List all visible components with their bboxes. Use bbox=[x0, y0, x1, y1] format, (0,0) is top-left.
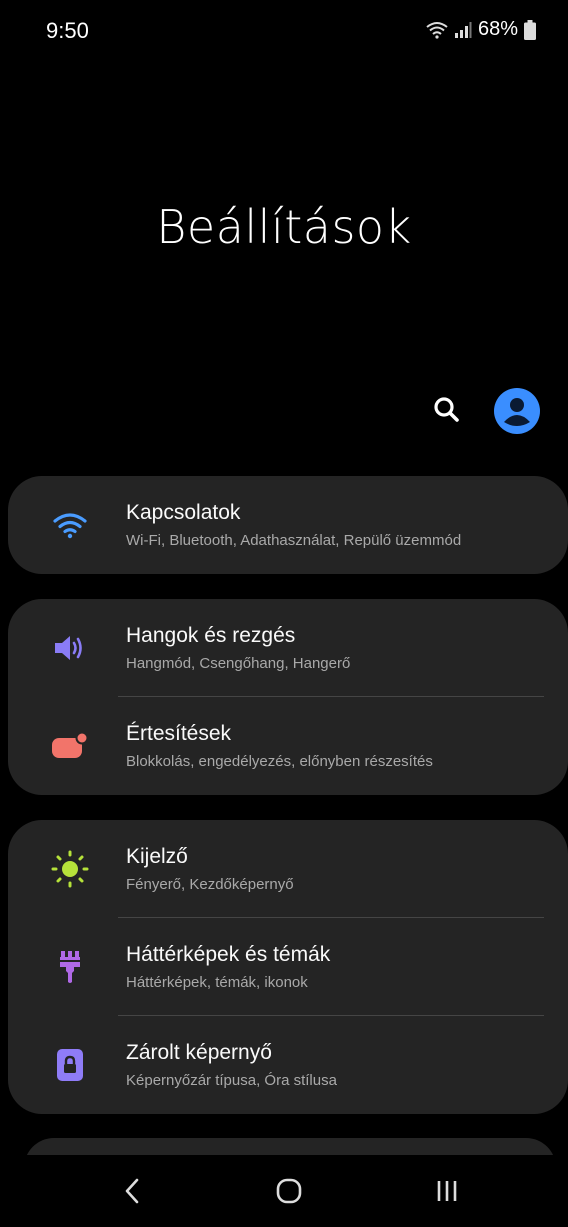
item-subtitle: Wi-Fi, Bluetooth, Adathasználat, Repülő … bbox=[126, 532, 462, 549]
navigation-bar bbox=[0, 1155, 568, 1227]
item-label: Értesítések bbox=[126, 722, 232, 745]
signal-icon bbox=[454, 21, 472, 39]
account-icon bbox=[494, 388, 540, 438]
settings-group-sound-notifications: Hangok és rezgés Hangmód, Csengőhang, Ha… bbox=[8, 599, 568, 795]
item-label: Kijelző bbox=[126, 845, 188, 868]
back-icon bbox=[122, 1177, 142, 1210]
status-bar: 9:50 68% bbox=[0, 0, 568, 60]
paintbrush-icon bbox=[50, 947, 90, 987]
recents-icon bbox=[434, 1178, 460, 1209]
action-row bbox=[426, 388, 540, 434]
home-icon bbox=[275, 1177, 303, 1210]
item-label: Zárolt képernyő bbox=[126, 1041, 272, 1064]
settings-item-display[interactable]: Kijelző Fényerő, Kezdőképernyő bbox=[8, 820, 568, 918]
search-button[interactable] bbox=[426, 391, 466, 431]
settings-item-notifications[interactable]: Értesítések Blokkolás, engedélyezés, elő… bbox=[8, 697, 568, 795]
item-subtitle: Hangmód, Csengőhang, Hangerő bbox=[126, 655, 351, 672]
settings-group-connections: Kapcsolatok Wi-Fi, Bluetooth, Adathaszná… bbox=[8, 476, 568, 574]
settings-item-sounds[interactable]: Hangok és rezgés Hangmód, Csengőhang, Ha… bbox=[8, 599, 568, 697]
item-label: Hangok és rezgés bbox=[126, 624, 296, 647]
home-button[interactable] bbox=[267, 1175, 311, 1211]
battery-percent: 68% bbox=[477, 18, 518, 40]
back-button[interactable] bbox=[110, 1175, 154, 1211]
status-icons: 68% bbox=[426, 18, 536, 41]
brightness-icon bbox=[50, 849, 90, 889]
title-area: Beállítások bbox=[0, 200, 568, 254]
settings-item-lock-screen[interactable]: Zárolt képernyő Képernyőzár típusa, Óra … bbox=[8, 1016, 568, 1114]
volume-icon bbox=[50, 628, 90, 668]
wifi-icon bbox=[50, 505, 90, 545]
item-subtitle: Képernyőzár típusa, Óra stílusa bbox=[126, 1072, 337, 1089]
battery-icon bbox=[524, 19, 536, 40]
wifi-status-icon bbox=[426, 21, 448, 39]
item-subtitle: Háttérképek, témák, ikonok bbox=[126, 974, 308, 991]
settings-item-connections[interactable]: Kapcsolatok Wi-Fi, Bluetooth, Adathaszná… bbox=[8, 476, 568, 574]
recents-button[interactable] bbox=[425, 1175, 469, 1211]
account-button[interactable] bbox=[494, 388, 540, 434]
item-label: Kapcsolatok bbox=[126, 501, 241, 524]
item-subtitle: Blokkolás, engedélyezés, előnyben részes… bbox=[126, 753, 433, 770]
settings-item-wallpapers[interactable]: Háttérképek és témák Háttérképek, témák,… bbox=[8, 918, 568, 1016]
settings-group-display: Kijelző Fényerő, Kezdőképernyő Háttérkép… bbox=[8, 820, 568, 1114]
search-icon bbox=[433, 396, 459, 427]
status-time: 9:50 bbox=[46, 18, 89, 43]
notification-icon bbox=[50, 726, 90, 766]
page-title: Beállítások bbox=[156, 200, 412, 254]
item-subtitle: Fényerő, Kezdőképernyő bbox=[126, 876, 294, 893]
item-label: Háttérképek és témák bbox=[126, 943, 331, 966]
lock-screen-icon bbox=[50, 1045, 90, 1085]
